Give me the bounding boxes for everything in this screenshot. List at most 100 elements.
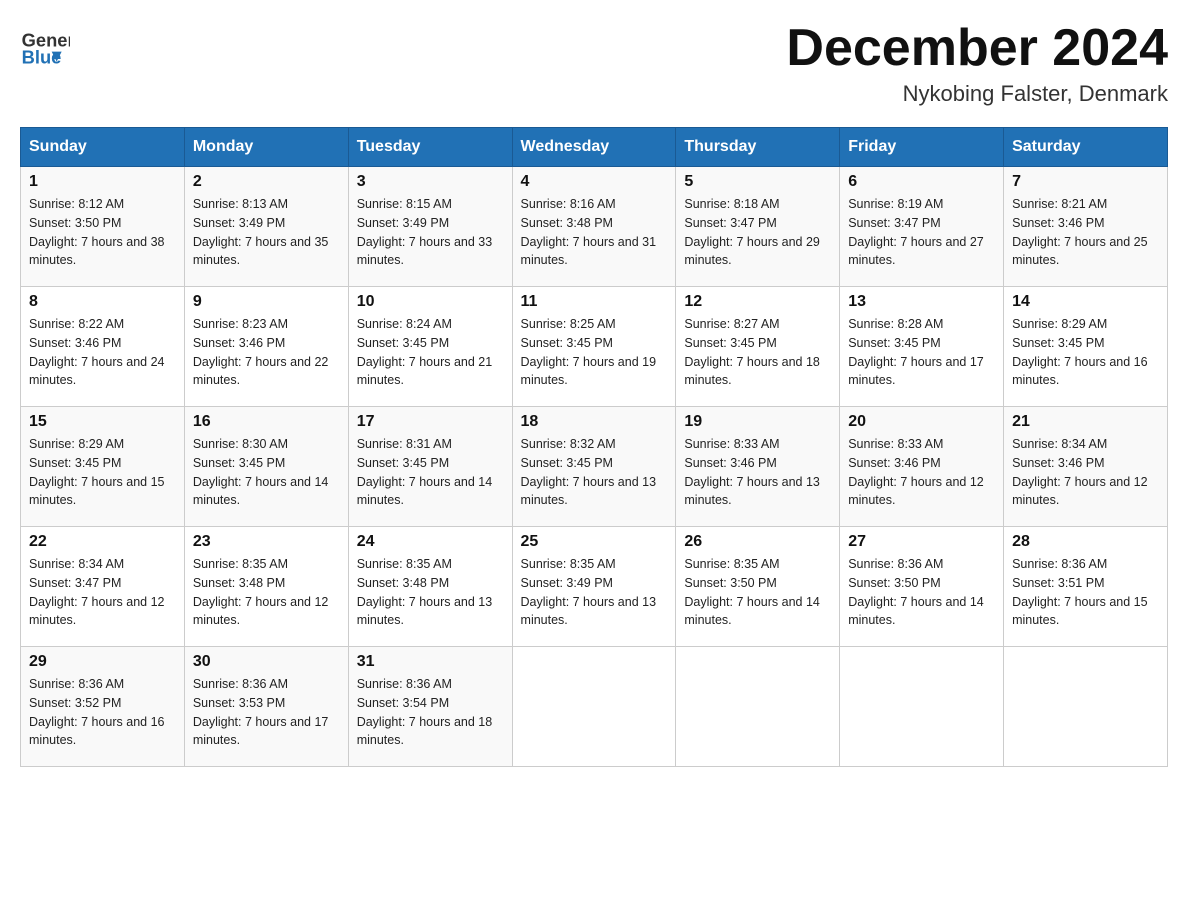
calendar-cell: 8 Sunrise: 8:22 AMSunset: 3:46 PMDaylight… (21, 287, 185, 407)
calendar-cell: 29 Sunrise: 8:36 AMSunset: 3:52 PMDayligh… (21, 647, 185, 767)
calendar-cell: 22 Sunrise: 8:34 AMSunset: 3:47 PMDayligh… (21, 527, 185, 647)
calendar-cell: 27 Sunrise: 8:36 AMSunset: 3:50 PMDayligh… (840, 527, 1004, 647)
day-info: Sunrise: 8:34 AMSunset: 3:47 PMDaylight:… (29, 555, 176, 630)
calendar-week-row: 22 Sunrise: 8:34 AMSunset: 3:47 PMDayligh… (21, 527, 1168, 647)
page-header: General Blue December 2024 Nykobing Fals… (20, 20, 1168, 107)
day-number: 27 (848, 533, 995, 551)
title-area: December 2024 Nykobing Falster, Denmark (786, 20, 1168, 107)
day-number: 8 (29, 293, 176, 311)
calendar-cell: 7Sunrise: 8:21 AMSunset: 3:46 PMDaylight… (1004, 167, 1168, 287)
calendar-cell (512, 647, 676, 767)
day-number: 24 (357, 533, 504, 551)
day-number: 2 (193, 173, 340, 191)
weekday-header-thursday: Thursday (676, 128, 840, 167)
day-info: Sunrise: 8:22 AMSunset: 3:46 PMDaylight:… (29, 315, 176, 390)
calendar-cell: 6 Sunrise: 8:19 AMSunset: 3:47 PMDaylight… (840, 167, 1004, 287)
weekday-header-monday: Monday (184, 128, 348, 167)
calendar-cell: 9Sunrise: 8:23 AMSunset: 3:46 PMDaylight… (184, 287, 348, 407)
calendar-week-row: 8 Sunrise: 8:22 AMSunset: 3:46 PMDaylight… (21, 287, 1168, 407)
calendar-cell: 2 Sunrise: 8:13 AMSunset: 3:49 PMDaylight… (184, 167, 348, 287)
day-info: Sunrise: 8:27 AMSunset: 3:45 PMDaylight:… (684, 315, 831, 390)
weekday-header-row: SundayMondayTuesdayWednesdayThursdayFrid… (21, 128, 1168, 167)
calendar-week-row: 15Sunrise: 8:29 AMSunset: 3:45 PMDayligh… (21, 407, 1168, 527)
weekday-header-saturday: Saturday (1004, 128, 1168, 167)
day-number: 5 (684, 173, 831, 191)
location: Nykobing Falster, Denmark (786, 81, 1168, 107)
calendar-cell: 5 Sunrise: 8:18 AMSunset: 3:47 PMDaylight… (676, 167, 840, 287)
calendar-cell: 16 Sunrise: 8:30 AMSunset: 3:45 PMDayligh… (184, 407, 348, 527)
calendar-cell: 25 Sunrise: 8:35 AMSunset: 3:49 PMDayligh… (512, 527, 676, 647)
calendar-cell: 14Sunrise: 8:29 AMSunset: 3:45 PMDayligh… (1004, 287, 1168, 407)
day-info: Sunrise: 8:21 AMSunset: 3:46 PMDaylight:… (1012, 195, 1159, 270)
calendar-cell: 12 Sunrise: 8:27 AMSunset: 3:45 PMDayligh… (676, 287, 840, 407)
day-number: 11 (521, 293, 668, 311)
weekday-header-friday: Friday (840, 128, 1004, 167)
calendar-cell: 20Sunrise: 8:33 AMSunset: 3:46 PMDayligh… (840, 407, 1004, 527)
calendar-cell: 3 Sunrise: 8:15 AMSunset: 3:49 PMDaylight… (348, 167, 512, 287)
day-number: 21 (1012, 413, 1159, 431)
day-number: 19 (684, 413, 831, 431)
day-number: 14 (1012, 293, 1159, 311)
calendar-cell: 13Sunrise: 8:28 AMSunset: 3:45 PMDayligh… (840, 287, 1004, 407)
calendar-cell: 10Sunrise: 8:24 AMSunset: 3:45 PMDayligh… (348, 287, 512, 407)
day-number: 13 (848, 293, 995, 311)
day-info: Sunrise: 8:15 AMSunset: 3:49 PMDaylight:… (357, 195, 504, 270)
calendar-week-row: 29 Sunrise: 8:36 AMSunset: 3:52 PMDayligh… (21, 647, 1168, 767)
day-number: 25 (521, 533, 668, 551)
day-info: Sunrise: 8:36 AMSunset: 3:54 PMDaylight:… (357, 675, 504, 750)
day-number: 6 (848, 173, 995, 191)
day-info: Sunrise: 8:35 AMSunset: 3:48 PMDaylight:… (193, 555, 340, 630)
day-number: 16 (193, 413, 340, 431)
calendar-cell: 24 Sunrise: 8:35 AMSunset: 3:48 PMDayligh… (348, 527, 512, 647)
calendar-cell: 15Sunrise: 8:29 AMSunset: 3:45 PMDayligh… (21, 407, 185, 527)
day-info: Sunrise: 8:35 AMSunset: 3:49 PMDaylight:… (521, 555, 668, 630)
calendar-cell: 17Sunrise: 8:31 AMSunset: 3:45 PMDayligh… (348, 407, 512, 527)
day-info: Sunrise: 8:30 AMSunset: 3:45 PMDaylight:… (193, 435, 340, 510)
calendar-cell: 1Sunrise: 8:12 AMSunset: 3:50 PMDaylight… (21, 167, 185, 287)
day-info: Sunrise: 8:23 AMSunset: 3:46 PMDaylight:… (193, 315, 340, 390)
day-number: 31 (357, 653, 504, 671)
calendar-table: SundayMondayTuesdayWednesdayThursdayFrid… (20, 127, 1168, 767)
weekday-header-tuesday: Tuesday (348, 128, 512, 167)
day-info: Sunrise: 8:12 AMSunset: 3:50 PMDaylight:… (29, 195, 176, 270)
calendar-cell: 23 Sunrise: 8:35 AMSunset: 3:48 PMDayligh… (184, 527, 348, 647)
month-title: December 2024 (786, 20, 1168, 77)
day-number: 18 (521, 413, 668, 431)
day-info: Sunrise: 8:36 AMSunset: 3:50 PMDaylight:… (848, 555, 995, 630)
day-info: Sunrise: 8:16 AMSunset: 3:48 PMDaylight:… (521, 195, 668, 270)
day-info: Sunrise: 8:25 AMSunset: 3:45 PMDaylight:… (521, 315, 668, 390)
weekday-header-wednesday: Wednesday (512, 128, 676, 167)
day-info: Sunrise: 8:29 AMSunset: 3:45 PMDaylight:… (29, 435, 176, 510)
calendar-cell: 18 Sunrise: 8:32 AMSunset: 3:45 PMDayligh… (512, 407, 676, 527)
day-number: 3 (357, 173, 504, 191)
day-number: 23 (193, 533, 340, 551)
day-info: Sunrise: 8:36 AMSunset: 3:53 PMDaylight:… (193, 675, 340, 750)
calendar-header: SundayMondayTuesdayWednesdayThursdayFrid… (21, 128, 1168, 167)
day-info: Sunrise: 8:18 AMSunset: 3:47 PMDaylight:… (684, 195, 831, 270)
day-info: Sunrise: 8:33 AMSunset: 3:46 PMDaylight:… (684, 435, 831, 510)
day-info: Sunrise: 8:36 AMSunset: 3:52 PMDaylight:… (29, 675, 176, 750)
logo: General Blue (20, 20, 75, 70)
day-info: Sunrise: 8:19 AMSunset: 3:47 PMDaylight:… (848, 195, 995, 270)
day-number: 30 (193, 653, 340, 671)
day-info: Sunrise: 8:36 AMSunset: 3:51 PMDaylight:… (1012, 555, 1159, 630)
calendar-week-row: 1Sunrise: 8:12 AMSunset: 3:50 PMDaylight… (21, 167, 1168, 287)
day-info: Sunrise: 8:32 AMSunset: 3:45 PMDaylight:… (521, 435, 668, 510)
calendar-cell: 26Sunrise: 8:35 AMSunset: 3:50 PMDayligh… (676, 527, 840, 647)
day-number: 12 (684, 293, 831, 311)
logo-icon: General Blue (20, 20, 70, 70)
day-info: Sunrise: 8:13 AMSunset: 3:49 PMDaylight:… (193, 195, 340, 270)
day-info: Sunrise: 8:31 AMSunset: 3:45 PMDaylight:… (357, 435, 504, 510)
weekday-header-sunday: Sunday (21, 128, 185, 167)
calendar-cell: 30 Sunrise: 8:36 AMSunset: 3:53 PMDayligh… (184, 647, 348, 767)
day-number: 28 (1012, 533, 1159, 551)
calendar-cell (676, 647, 840, 767)
calendar-cell: 11 Sunrise: 8:25 AMSunset: 3:45 PMDayligh… (512, 287, 676, 407)
day-number: 29 (29, 653, 176, 671)
calendar-cell: 21Sunrise: 8:34 AMSunset: 3:46 PMDayligh… (1004, 407, 1168, 527)
calendar-cell (840, 647, 1004, 767)
day-info: Sunrise: 8:35 AMSunset: 3:50 PMDaylight:… (684, 555, 831, 630)
day-number: 20 (848, 413, 995, 431)
day-info: Sunrise: 8:35 AMSunset: 3:48 PMDaylight:… (357, 555, 504, 630)
day-number: 22 (29, 533, 176, 551)
